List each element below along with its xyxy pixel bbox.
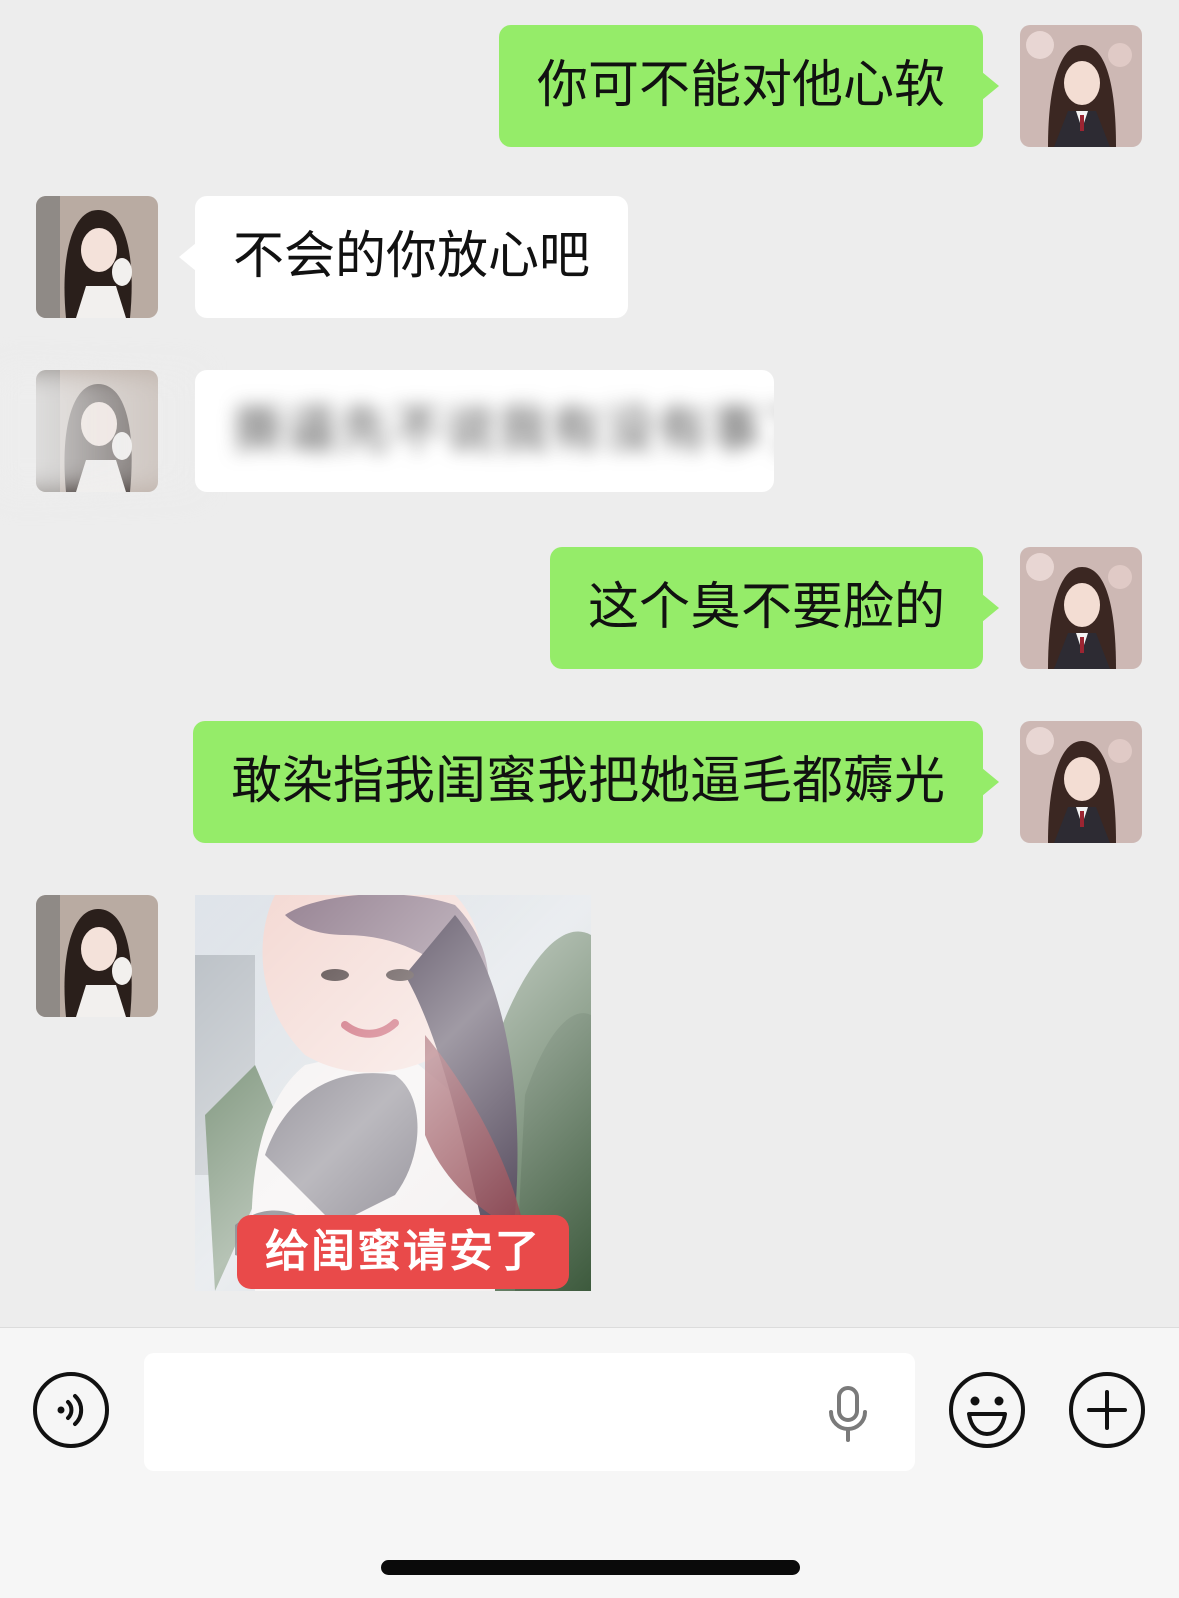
- message-text: 你可不能对他心软: [536, 56, 945, 115]
- my-avatar[interactable]: [1020, 547, 1142, 669]
- emoji-button[interactable]: [947, 1370, 1027, 1450]
- sticker-caption: 给闺蜜请安了: [237, 1215, 569, 1289]
- sticker-image[interactable]: 给闺蜜请安了: [195, 895, 591, 1291]
- message-text: 敢染指我闺蜜我把她逼毛都薅光: [230, 752, 945, 811]
- message-bubble-incoming-blurred[interactable]: 撕逼先不说我有没有事了: [195, 370, 774, 492]
- emoji-icon: [949, 1372, 1025, 1448]
- home-indicator[interactable]: [381, 1560, 800, 1575]
- message-text: 这个臭不要脸的: [587, 578, 945, 637]
- chat-history[interactable]: 你可不能对他心软 不会的你放心吧 撕逼先不说我有没有事了 这个臭不要脸的 敢染指…: [0, 0, 1179, 1327]
- my-avatar[interactable]: [1020, 25, 1142, 147]
- my-avatar[interactable]: [1020, 721, 1142, 843]
- message-text: 不会的你放心吧: [233, 227, 591, 286]
- privacy-blur: [0, 370, 200, 492]
- plus-icon: [1069, 1372, 1145, 1448]
- voice-mode-button[interactable]: [31, 1370, 111, 1450]
- message-bubble-incoming[interactable]: 不会的你放心吧: [178, 196, 629, 318]
- more-actions-button[interactable]: [1067, 1370, 1147, 1450]
- contact-avatar[interactable]: [36, 895, 158, 1017]
- contact-avatar[interactable]: [36, 196, 158, 318]
- message-bubble-outgoing[interactable]: 敢染指我闺蜜我把她逼毛都薅光: [192, 721, 1000, 843]
- message-bubble-outgoing[interactable]: 你可不能对他心软: [498, 25, 1000, 147]
- message-input[interactable]: [144, 1353, 915, 1471]
- message-input-bar: [0, 1327, 1179, 1598]
- mic-icon[interactable]: [823, 1386, 873, 1444]
- message-bubble-outgoing[interactable]: 这个臭不要脸的: [549, 547, 1000, 669]
- message-text-blurred: 撕逼先不说我有没有事了: [233, 401, 774, 460]
- voice-icon: [33, 1372, 109, 1448]
